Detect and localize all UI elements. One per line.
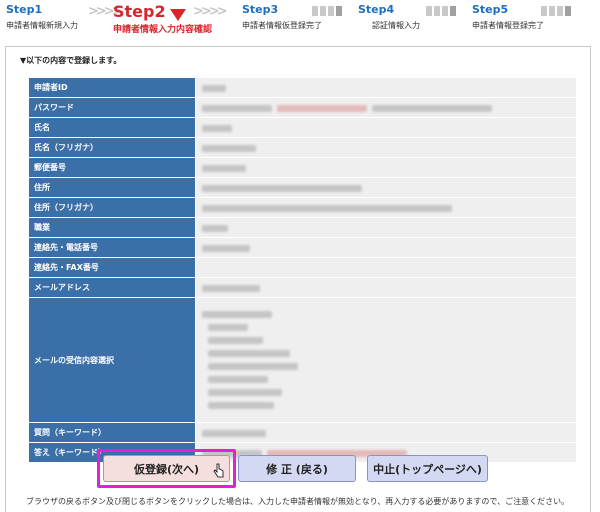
progress-bars-icon (426, 6, 456, 16)
step-4-title: Step4 (358, 3, 395, 16)
intro-text: ▼以下の内容で登録します。 (20, 56, 122, 65)
step-3: Step3 申請者情報仮登録完了 (242, 3, 322, 31)
cancel-button[interactable]: 中止(トップページへ) (367, 455, 488, 482)
progress-bars-icon (541, 6, 571, 16)
field-label: 氏名（フリガナ） (28, 137, 196, 158)
field-label: 申請者ID (28, 77, 196, 98)
field-value-redacted (195, 237, 577, 258)
field-value-redacted (195, 277, 577, 298)
field-label: 質問（キーワード） (28, 422, 196, 443)
table-row: 職業 (28, 217, 577, 238)
table-row: 住所（フリガナ） (28, 197, 577, 218)
table-row: メールアドレス (28, 277, 577, 298)
table-row: メールの受信内容選択 (28, 297, 577, 423)
step-3-label: 申請者情報仮登録完了 (242, 21, 322, 30)
table-row: 氏名（フリガナ） (28, 137, 577, 158)
field-label: 職業 (28, 217, 196, 238)
field-value-redacted (195, 97, 577, 118)
field-label: メールの受信内容選択 (28, 297, 196, 423)
field-label: 氏名 (28, 117, 196, 138)
field-label: 連絡先・電話番号 (28, 237, 196, 258)
hand-cursor-icon (213, 463, 224, 478)
edit-button[interactable]: 修 正 (戻る) (238, 455, 356, 482)
field-value-redacted (195, 117, 577, 138)
field-label: パスワード (28, 97, 196, 118)
applicant-info-table: 申請者ID パスワード 氏名 氏名（フリガナ） 郵便番号 住所 住所（フリガナ） (28, 77, 577, 463)
provisional-register-button[interactable]: 仮登録(次へ) (103, 455, 230, 482)
step-3-title: Step3 (242, 3, 279, 16)
field-value-redacted (195, 157, 577, 178)
step-5: Step5 申請者情報登録完了 (472, 3, 544, 31)
field-label: 住所（フリガナ） (28, 197, 196, 218)
table-row: 氏名 (28, 117, 577, 138)
table-row: 連絡先・電話番号 (28, 237, 577, 258)
table-row: 住所 (28, 177, 577, 198)
step-4: Step4 認証情報入力 (358, 3, 420, 31)
step-progress-bar: Step1 申請者情報新規入力 >>>> Step2 申請者情報入力内容確認 >… (0, 0, 600, 46)
field-value-redacted (195, 297, 577, 423)
table-row: 郵便番号 (28, 157, 577, 178)
field-label: 住所 (28, 177, 196, 198)
current-step-arrow-icon (170, 9, 186, 21)
field-value-redacted (195, 197, 577, 218)
table-row: 申請者ID (28, 77, 577, 98)
step-1-label: 申請者情報新規入力 (6, 21, 78, 30)
field-value-empty (195, 257, 577, 278)
step-5-title: Step5 (472, 3, 509, 16)
step-4-label: 認証情報入力 (372, 21, 420, 30)
table-row: 連絡先・FAX番号 (28, 257, 577, 278)
step-1-title: Step1 (6, 3, 43, 16)
warning-note: ブラウザの戻るボタン及び閉じるボタンをクリックした場合は、入力した申請者情報が無… (26, 497, 570, 506)
step-2-label: 申請者情報入力内容確認 (113, 25, 213, 35)
table-row: パスワード (28, 97, 577, 118)
field-label: メールアドレス (28, 277, 196, 298)
field-value-redacted (195, 77, 577, 98)
field-label: 連絡先・FAX番号 (28, 257, 196, 278)
field-value-redacted (195, 217, 577, 238)
table-row: 質問（キーワード） (28, 422, 577, 443)
progress-bars-icon (312, 6, 342, 16)
step-1: Step1 申請者情報新規入力 (6, 3, 78, 31)
step-5-label: 申請者情報登録完了 (472, 21, 544, 30)
field-value-redacted (195, 177, 577, 198)
confirmation-panel: ▼以下の内容で登録します。 申請者ID パスワード 氏名 氏名（フリガナ） 郵便… (5, 46, 591, 512)
field-value-redacted (195, 137, 577, 158)
chevron-icon: >>>> (193, 4, 228, 19)
field-value-redacted (195, 422, 577, 443)
field-label: 郵便番号 (28, 157, 196, 178)
